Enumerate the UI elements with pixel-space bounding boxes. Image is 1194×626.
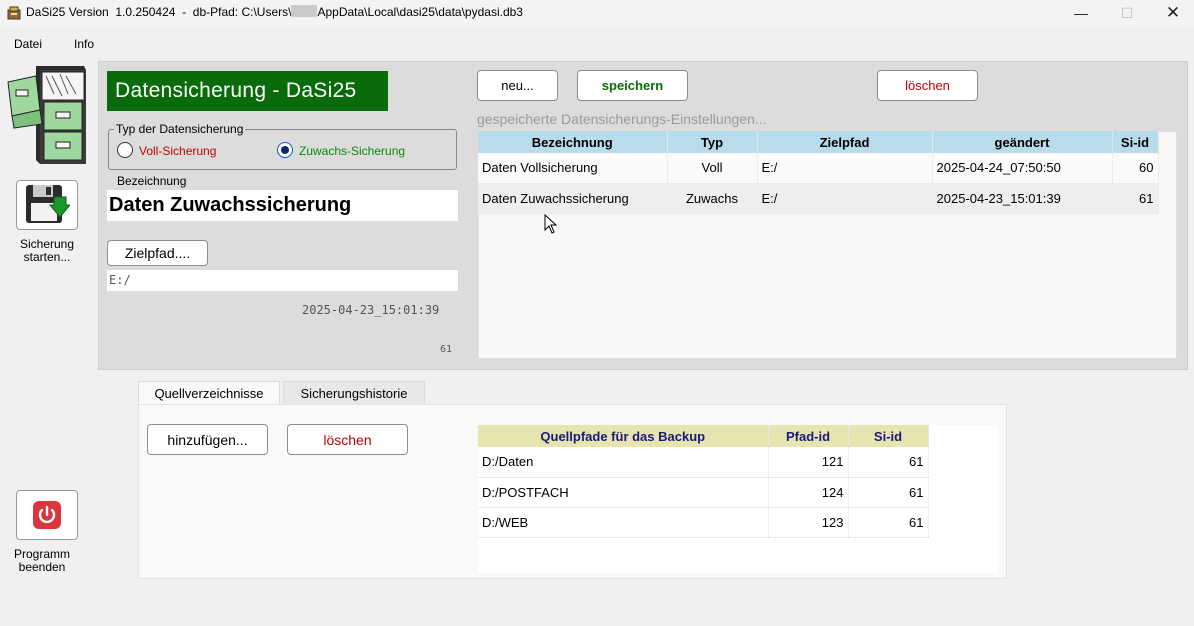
floppy-disk-icon xyxy=(26,185,70,223)
cell-si-id: 61 xyxy=(848,507,929,538)
saved-settings-caption: gespeicherte Datensicherungs-Einstellung… xyxy=(477,111,767,127)
col-pfad-id[interactable]: Pfad-id xyxy=(768,425,849,447)
tab-sicherungshistorie[interactable]: Sicherungshistorie xyxy=(283,381,425,405)
sources-table: Quellpfade für das Backup Pfad-id Si-id … xyxy=(478,425,929,538)
cell-zielpfad: E:/ xyxy=(757,183,933,214)
mouse-cursor-icon xyxy=(544,214,558,234)
col-bezeichnung[interactable]: Bezeichnung xyxy=(478,131,668,153)
quit-button[interactable] xyxy=(16,490,78,540)
title-bar: DaSi25 Version 1.0.250424 - db-Pfad: C:\… xyxy=(0,0,1194,26)
backup-name-field[interactable]: Daten Zuwachssicherung xyxy=(107,190,458,221)
cell-si-id: 60 xyxy=(1112,153,1159,184)
add-source-button[interactable]: hinzufügen... xyxy=(147,424,268,455)
col-typ[interactable]: Typ xyxy=(667,131,758,153)
app-icon xyxy=(7,6,21,20)
save-button[interactable]: speichern xyxy=(577,70,688,101)
changed-date: 2025-04-23_15:01:39 xyxy=(302,303,440,317)
name-field-label: Bezeichnung xyxy=(117,174,187,188)
cell-quellpfad: D:/Daten xyxy=(478,447,769,478)
cell-bezeichnung: Daten Zuwachssicherung xyxy=(478,183,668,214)
cell-pfad-id: 124 xyxy=(768,477,849,508)
incremental-backup-radio[interactable] xyxy=(277,142,293,158)
full-backup-radio[interactable] xyxy=(117,142,133,158)
cell-typ: Voll xyxy=(667,153,758,184)
close-button[interactable]: ✕ xyxy=(1150,0,1194,26)
menu-datei[interactable]: Datei xyxy=(14,37,42,51)
table-row[interactable]: D:/WEB 123 61 xyxy=(478,507,929,538)
table-row[interactable]: D:/Daten 121 61 xyxy=(478,447,929,478)
saved-settings-table: Bezeichnung Typ Zielpfad geändert Si-id … xyxy=(478,131,1159,214)
cell-quellpfad: D:/POSTFACH xyxy=(478,477,769,508)
power-icon xyxy=(33,501,61,529)
start-backup-button[interactable] xyxy=(16,180,78,230)
cell-si-id: 61 xyxy=(848,447,929,478)
menu-info[interactable]: Info xyxy=(74,37,94,51)
tab-quellverzeichnisse[interactable]: Quellverzeichnisse xyxy=(138,381,280,405)
table-row[interactable]: Daten Vollsicherung Voll E:/ 2025-04-24_… xyxy=(478,153,1159,184)
target-path-button[interactable]: Zielpfad.... xyxy=(107,240,208,266)
window-title: DaSi25 Version 1.0.250424 - db-Pfad: C:\… xyxy=(26,5,523,19)
col-si-id[interactable]: Si-id xyxy=(1112,131,1159,153)
new-button[interactable]: neu... xyxy=(477,70,558,101)
cell-zielpfad: E:/ xyxy=(757,153,933,184)
backup-id: 61 xyxy=(440,344,453,355)
cell-geaendert: 2025-04-23_15:01:39 xyxy=(932,183,1113,214)
app-brand-title: Datensicherung - DaSi25 xyxy=(107,71,388,111)
delete-setting-button[interactable]: löschen xyxy=(877,70,978,101)
delete-source-button[interactable]: löschen xyxy=(287,424,408,455)
col-si-id[interactable]: Si-id xyxy=(848,425,929,447)
table-row[interactable]: D:/POSTFACH 124 61 xyxy=(478,477,929,508)
col-geaendert[interactable]: geändert xyxy=(932,131,1113,153)
menu-bar: Datei Info xyxy=(0,26,1194,60)
cell-bezeichnung: Daten Vollsicherung xyxy=(478,153,668,184)
cell-pfad-id: 121 xyxy=(768,447,849,478)
incremental-backup-label: Zuwachs-Sicherung xyxy=(299,144,406,158)
cell-geaendert: 2025-04-24_07:50:50 xyxy=(932,153,1113,184)
col-zielpfad[interactable]: Zielpfad xyxy=(757,131,933,153)
cell-typ: Zuwachs xyxy=(667,183,758,214)
minimize-button[interactable]: — xyxy=(1058,0,1104,26)
quit-label: Programm beenden xyxy=(13,547,70,574)
file-cabinet-logo xyxy=(7,66,86,164)
cell-si-id: 61 xyxy=(1112,183,1159,214)
cell-quellpfad: D:/WEB xyxy=(478,507,769,538)
table-row[interactable]: Daten Zuwachssicherung Zuwachs E:/ 2025-… xyxy=(478,183,1159,214)
backup-type-group-title: Typ der Datensicherung xyxy=(114,122,246,136)
redacted-username xyxy=(291,5,318,17)
cell-si-id: 61 xyxy=(848,477,929,508)
start-backup-label: Sicherung starten... xyxy=(19,237,75,264)
full-backup-label: Voll-Sicherung xyxy=(139,144,217,158)
maximize-button[interactable]: ☐ xyxy=(1104,0,1150,26)
cell-pfad-id: 123 xyxy=(768,507,849,538)
col-quellpfad[interactable]: Quellpfade für das Backup xyxy=(478,425,769,447)
target-path-field[interactable]: E:/ xyxy=(107,270,458,291)
